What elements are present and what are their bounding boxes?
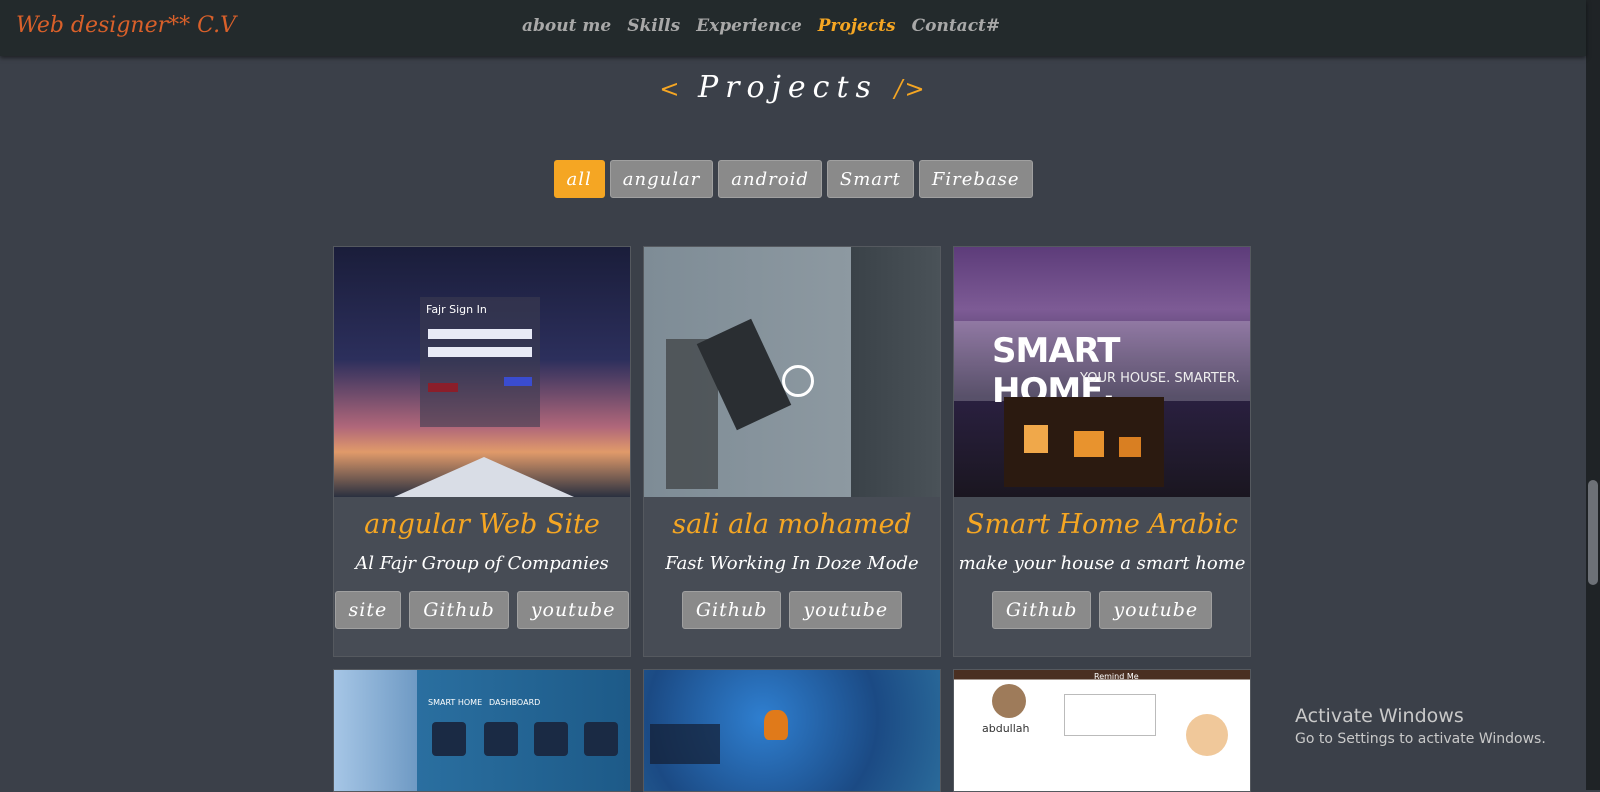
signin-field — [428, 329, 532, 339]
signin-button — [428, 383, 458, 392]
window-light — [1024, 425, 1048, 453]
avatar — [1186, 714, 1228, 756]
project-thumbnail[interactable]: SMART HOME DASHBOARD — [334, 670, 630, 791]
filter-bar: all angular android Smart Firebase — [0, 160, 1586, 198]
youtube-button[interactable]: youtube — [516, 591, 630, 629]
title-text: Projects — [698, 70, 878, 105]
window-light — [1074, 431, 1104, 457]
nav-experience[interactable]: Experience — [696, 16, 802, 36]
project-thumbnail[interactable]: SMART HOME. YOUR HOUSE. SMARTER. — [954, 247, 1250, 497]
filter-firebase[interactable]: Firebase — [918, 160, 1033, 198]
window-light — [1119, 437, 1141, 457]
youtube-button[interactable]: youtube — [1099, 591, 1213, 629]
site-button[interactable]: site — [334, 591, 402, 629]
project-title: Smart Home Arabic — [965, 509, 1239, 540]
nav-links: about me Skills Experience Projects Cont… — [522, 16, 1016, 36]
navbar: Web designer** C.V about me Skills Exper… — [0, 0, 1586, 56]
github-button[interactable]: Github — [409, 591, 509, 629]
signup-button — [504, 377, 532, 386]
project-thumbnail[interactable] — [644, 247, 940, 497]
filter-angular[interactable]: angular — [609, 160, 714, 198]
thumb-label: SMART HOME — [428, 698, 483, 707]
github-button[interactable]: Github — [681, 591, 782, 629]
project-description: make your house a smart home — [958, 553, 1246, 574]
signin-panel: Fajr Sign In — [420, 297, 540, 427]
butterfly-image — [764, 710, 788, 740]
tile — [584, 722, 618, 756]
signin-field — [428, 347, 532, 357]
scrollbar-thumb[interactable] — [1588, 480, 1598, 585]
tile — [432, 722, 466, 756]
project-card: SMART HOME DASHBOARD — [333, 669, 631, 792]
title-close-bracket: /> — [894, 75, 927, 103]
watermark-subtitle: Go to Settings to activate Windows. — [1295, 731, 1546, 747]
project-title: angular Web Site — [364, 509, 600, 540]
user-name: abdullah — [982, 722, 1030, 735]
thumb-label: DASHBOARD — [489, 698, 541, 707]
scrollbar[interactable] — [1586, 0, 1600, 790]
thumb-label: Remind Me — [1094, 672, 1139, 681]
watermark-title: Activate Windows — [1295, 705, 1464, 727]
tile — [484, 722, 518, 756]
project-card: SMART HOME. YOUR HOUSE. SMARTER. Smart H… — [953, 246, 1251, 657]
youtube-button[interactable]: youtube — [789, 591, 903, 629]
title-open-bracket: < — [659, 75, 682, 103]
project-buttons: Github youtube — [644, 591, 940, 629]
brand-logo[interactable]: Web designer** C.V — [16, 13, 236, 38]
banner-subtitle: YOUR HOUSE. SMARTER. — [1080, 371, 1240, 386]
project-thumbnail[interactable] — [644, 670, 940, 791]
nav-about[interactable]: about me — [522, 16, 611, 36]
project-card: Remind Me abdullah — [953, 669, 1251, 792]
nav-skills[interactable]: Skills — [627, 16, 680, 36]
house-image — [1004, 397, 1164, 487]
project-buttons: site Github youtube — [334, 591, 630, 629]
project-card — [643, 669, 941, 792]
nav-contact[interactable]: Contact# — [912, 16, 1001, 36]
card-panel — [650, 724, 720, 764]
mountain-shape — [394, 457, 574, 497]
section-title: < Projects /> — [0, 70, 1586, 105]
project-thumbnail[interactable]: Remind Me abdullah — [954, 670, 1250, 791]
filter-all[interactable]: all — [553, 160, 605, 198]
project-buttons: Github youtube — [954, 591, 1250, 629]
tile — [534, 722, 568, 756]
filter-android[interactable]: android — [718, 160, 822, 198]
avatar — [992, 684, 1026, 718]
project-description: Al Fajr Group of Companies — [355, 553, 609, 574]
signin-title: Fajr Sign In — [426, 303, 487, 316]
github-button[interactable]: Github — [991, 591, 1092, 629]
project-title: sali ala mohamed — [672, 509, 912, 540]
filter-smart[interactable]: Smart — [826, 160, 914, 198]
project-description: Fast Working In Doze Mode — [665, 553, 919, 574]
project-thumbnail[interactable]: Fajr Sign In — [334, 247, 630, 497]
project-card: Fajr Sign In angular Web Site Al Fajr Gr… — [333, 246, 631, 657]
power-icon — [782, 365, 814, 397]
windows-watermark: Activate Windows Go to Settings to activ… — [1295, 705, 1546, 747]
message-box — [1064, 694, 1156, 736]
nav-projects[interactable]: Projects — [818, 16, 896, 36]
project-card: sali ala mohamed Fast Working In Doze Mo… — [643, 246, 941, 657]
